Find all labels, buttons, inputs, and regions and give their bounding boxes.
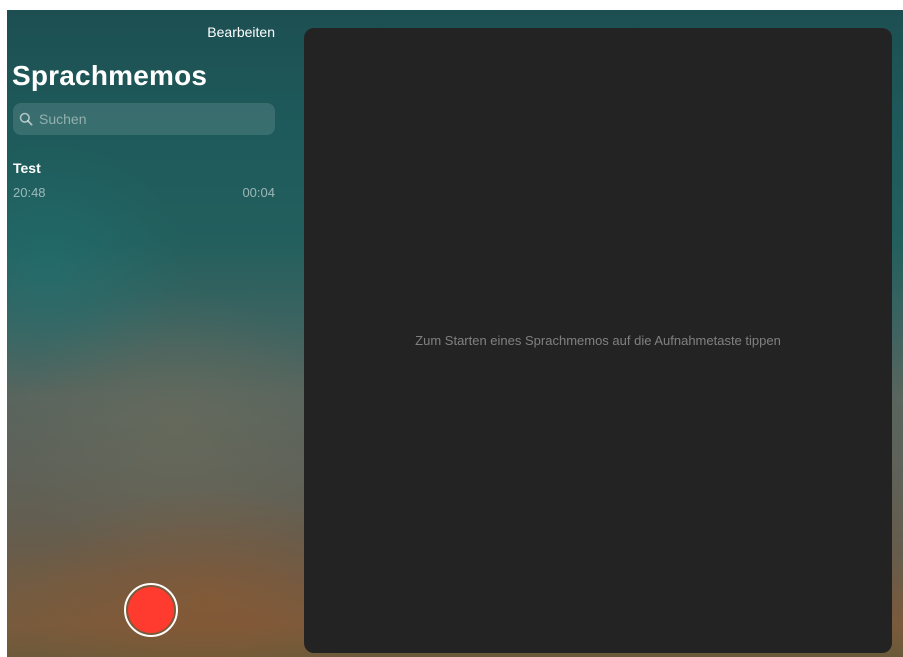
search-icon: [19, 112, 33, 126]
memo-list-item[interactable]: Test 20:48 00:04: [13, 160, 275, 202]
search-field[interactable]: Suchen: [13, 103, 275, 135]
memo-time: 20:48: [13, 185, 46, 200]
record-icon: [128, 587, 174, 633]
detail-panel: Zum Starten eines Sprachmemos auf die Au…: [304, 28, 892, 653]
page-title: Sprachmemos: [12, 60, 208, 91]
memo-title: Test: [13, 160, 41, 176]
empty-state-hint: Zum Starten eines Sprachmemos auf die Au…: [415, 333, 781, 348]
record-button[interactable]: [124, 583, 178, 637]
search-input[interactable]: Suchen: [39, 111, 86, 127]
memo-duration: 00:04: [242, 185, 275, 200]
edit-button[interactable]: Bearbeiten: [207, 24, 275, 40]
app-screen: Bearbeiten Sprachmemos Suchen Test 20:48…: [7, 10, 903, 657]
sidebar: Bearbeiten Sprachmemos Suchen Test 20:48…: [7, 10, 297, 657]
